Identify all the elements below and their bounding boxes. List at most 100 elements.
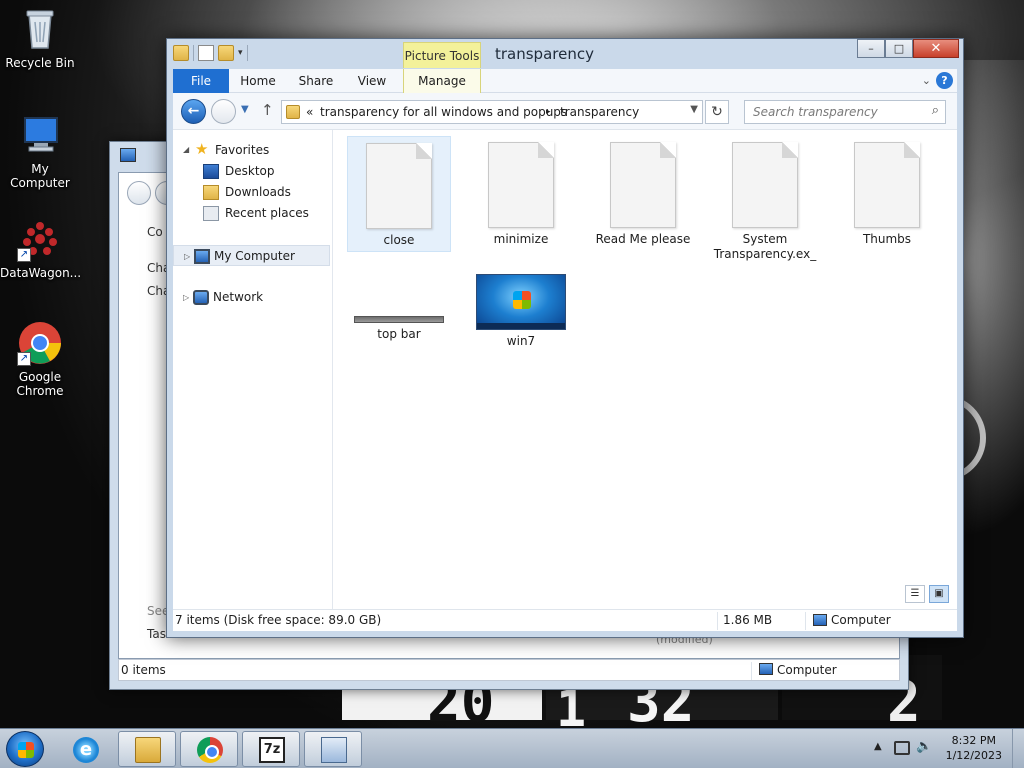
volume-icon[interactable]: 🔈 xyxy=(916,739,932,754)
file-item-close[interactable]: close xyxy=(347,136,451,252)
help-icon[interactable]: ? xyxy=(936,72,953,89)
tab-manage[interactable]: Manage xyxy=(403,69,481,93)
minimize-button[interactable]: – xyxy=(857,39,885,58)
taskbar-google-chrome[interactable] xyxy=(180,731,238,767)
file-name: System Transparency.ex_ xyxy=(713,232,817,261)
file-name: Read Me please xyxy=(595,232,691,246)
desktop-icon xyxy=(203,164,219,179)
desktop-icon-my-computer[interactable]: My Computer xyxy=(0,112,80,190)
taskbar-7-zip[interactable]: 7z xyxy=(242,731,300,767)
desktop-icon-google-chrome[interactable]: ↗ Google Chrome xyxy=(0,320,80,398)
show-hidden-icons-icon[interactable]: ▲ xyxy=(874,741,882,752)
nav-network[interactable]: ▷ Network xyxy=(173,287,330,308)
folder-icon[interactable] xyxy=(173,45,189,61)
explorer-window[interactable]: ▾ Picture Tools transparency – □ ✕ File … xyxy=(166,38,964,638)
tab-file[interactable]: File xyxy=(173,69,229,93)
7-zip-icon: 7z xyxy=(259,737,285,763)
file-item-system-transparency[interactable]: System Transparency.ex_ xyxy=(713,136,817,262)
taskbar-clock[interactable]: 8:32 PM 1/12/2023 xyxy=(946,733,1002,763)
expand-ribbon-icon[interactable]: ⌄ xyxy=(922,74,931,87)
computer-icon xyxy=(813,614,827,626)
file-item-win7[interactable]: win7 xyxy=(469,272,573,349)
close-button[interactable]: ✕ xyxy=(913,39,959,58)
breadcrumb-parent[interactable]: transparency for all windows and popups xyxy=(320,105,567,119)
computer-icon xyxy=(194,249,210,264)
search-input[interactable]: Search transparency ⌕ xyxy=(744,100,946,124)
window-app-icon xyxy=(120,148,136,162)
refresh-icon[interactable]: ↻ xyxy=(705,100,729,124)
background-status-bar: 0 items Computer xyxy=(118,659,900,681)
background-text: Tas xyxy=(147,627,166,641)
breadcrumb-chevron-icon[interactable]: « xyxy=(306,105,313,119)
file-list: close minimize Read Me please System Tra… xyxy=(345,130,957,590)
view-switcher: ☰ ▣ xyxy=(905,585,949,603)
file-name: win7 xyxy=(506,334,536,348)
tab-view[interactable]: View xyxy=(345,69,399,93)
address-dropdown-icon[interactable]: ▼ xyxy=(690,104,698,115)
system-tray: ▲ 🔈 8:32 PM 1/12/2023 xyxy=(874,729,1024,768)
taskbar-file-explorer[interactable] xyxy=(118,731,176,767)
nav-item-label: Desktop xyxy=(225,164,275,178)
control-panel-icon xyxy=(321,737,347,763)
file-item-minimize[interactable]: minimize xyxy=(469,136,573,247)
file-item-read-me-please[interactable]: Read Me please xyxy=(591,136,695,247)
network-tray-icon[interactable] xyxy=(894,741,910,755)
status-separator xyxy=(751,662,752,680)
expand-computer-icon[interactable]: ▷ xyxy=(184,246,190,267)
taskbar: e 7z ▲ 🔈 8:32 PM 1/12/2023 xyxy=(0,728,1024,768)
nav-favorites[interactable]: ★ Favorites xyxy=(173,140,330,161)
nav-item-label: Downloads xyxy=(225,185,291,199)
title-bar[interactable]: ▾ Picture Tools transparency – □ ✕ xyxy=(167,39,963,69)
desktop-icon-recycle-bin[interactable]: Recycle Bin xyxy=(0,6,80,70)
taskbar-control-panel[interactable] xyxy=(304,731,362,767)
image-thumbnail xyxy=(476,274,566,330)
status-item-count: 0 items xyxy=(121,663,166,677)
nav-item-label: Network xyxy=(213,290,264,304)
large-icons-view-icon[interactable]: ▣ xyxy=(929,585,949,603)
breadcrumb-current[interactable]: transparency xyxy=(560,105,639,119)
file-item-top-bar[interactable]: top bar xyxy=(347,272,451,342)
start-button[interactable] xyxy=(6,731,44,767)
nav-downloads[interactable]: Downloads xyxy=(173,182,330,203)
back-button[interactable]: ← xyxy=(181,99,206,124)
navigation-pane: ◢ ★ Favorites Desktop Downloads Recent p… xyxy=(173,130,333,609)
nav-desktop[interactable]: Desktop xyxy=(173,161,330,182)
desktop-icon-label: Recycle Bin xyxy=(5,56,75,70)
desktop-icon-label: Google Chrome xyxy=(16,370,64,398)
ribbon-tabs: File Home Share View Manage ⌄ ? xyxy=(173,69,957,93)
up-arrow-icon[interactable]: ↑ xyxy=(261,101,274,119)
clock-time: 8:32 PM xyxy=(951,734,996,747)
back-button[interactable] xyxy=(127,181,151,205)
file-name: top bar xyxy=(377,327,421,341)
desktop-icon-datawagon[interactable]: ↗ DataWagon... xyxy=(0,216,81,280)
search-icon[interactable]: ⌕ xyxy=(932,103,939,118)
file-item-thumbs[interactable]: Thumbs xyxy=(835,136,939,247)
taskbar-internet-explorer[interactable]: e xyxy=(56,731,114,767)
expand-network-icon[interactable]: ▷ xyxy=(183,287,189,308)
window-title: transparency xyxy=(495,45,594,63)
desktop-icon-label: My Computer xyxy=(10,162,70,190)
properties-icon[interactable] xyxy=(198,45,214,61)
computer-icon xyxy=(759,663,773,675)
maximize-button[interactable]: □ xyxy=(885,39,913,58)
address-bar[interactable]: « transparency for all windows and popup… xyxy=(281,100,703,124)
tab-share[interactable]: Share xyxy=(289,69,343,93)
windows-logo-icon xyxy=(18,742,34,758)
shortcut-arrow-icon: ↗ xyxy=(17,248,31,262)
nav-my-computer[interactable]: ▷ My Computer xyxy=(173,245,330,266)
tab-home[interactable]: Home xyxy=(231,69,285,93)
details-view-icon[interactable]: ☰ xyxy=(905,585,925,603)
search-placeholder: Search transparency xyxy=(753,105,878,119)
show-desktop-button[interactable] xyxy=(1012,729,1024,768)
forward-button[interactable] xyxy=(211,99,236,124)
computer-icon xyxy=(17,112,63,158)
customize-toolbar-icon[interactable]: ▾ xyxy=(238,48,243,58)
recent-locations-icon[interactable]: ▼ xyxy=(241,104,249,115)
recent-places-icon xyxy=(203,206,219,221)
status-summary: 7 items (Disk free space: 89.0 GB) xyxy=(175,613,382,627)
recycle-bin-icon xyxy=(17,6,63,52)
breadcrumb-separator-icon[interactable]: ▸ xyxy=(546,107,551,117)
nav-recent-places[interactable]: Recent places xyxy=(173,203,330,224)
new-folder-icon[interactable] xyxy=(218,45,234,61)
file-name: minimize xyxy=(493,232,549,246)
